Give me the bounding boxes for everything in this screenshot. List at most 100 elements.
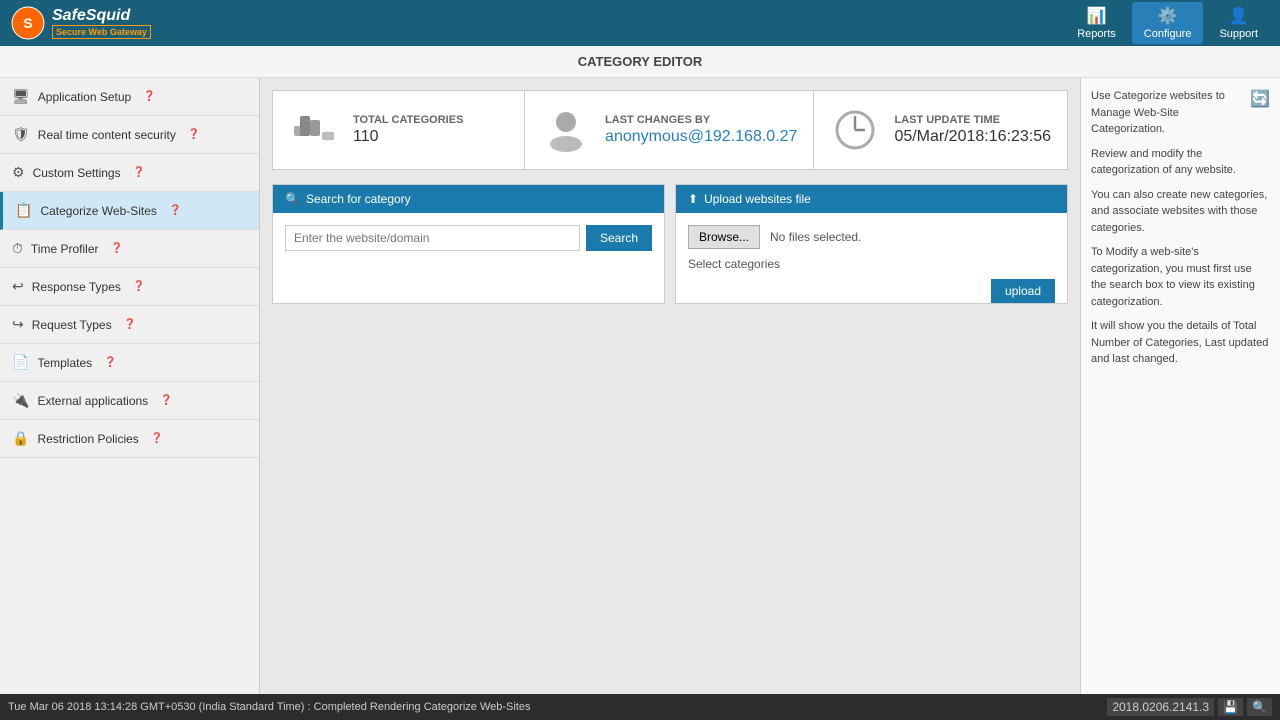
info-text-2: You can also create new categories, and … — [1091, 187, 1270, 237]
support-icon: 👤 — [1229, 6, 1249, 26]
application-setup-icon: 🖥 — [12, 88, 30, 105]
svg-text:S: S — [23, 15, 32, 31]
page-title-bar: CATEGORY EDITOR — [0, 46, 1280, 78]
search-input[interactable] — [285, 225, 580, 251]
sidebar: 🖥 Application Setup ❓ 🛡 Real time conten… — [0, 78, 260, 696]
help-icon-3: ❓ — [169, 205, 181, 216]
search-panel-title: Search for category — [306, 192, 411, 206]
sidebar-item-response-types[interactable]: ↩ Response Types ❓ — [0, 268, 259, 306]
logo-text: SafeSquid Secure Web Gateway — [52, 7, 151, 39]
upload-icon: ⬆ — [688, 192, 698, 206]
sidebar-item-categorize-web-sites[interactable]: 📋 Categorize Web-Sites ❓ — [0, 192, 259, 230]
last-update-label: LAST UPDATE TIME — [894, 114, 1051, 126]
stats-row: TOTAL CATEGORIES 110 LAST CHANGES BY ano… — [272, 90, 1068, 170]
info-text-3: To Modify a web-site's categorization, y… — [1091, 244, 1270, 310]
status-bar-right: 2018.0206.2141.3 💾 🔍 — [1107, 698, 1272, 716]
sidebar-item-external-applications[interactable]: 🔌 External applications ❓ — [0, 382, 259, 420]
search-button[interactable]: Search — [586, 225, 652, 251]
sidebar-item-request-types[interactable]: ↪ Request Types ❓ — [0, 306, 259, 344]
version-badge: 2018.0206.2141.3 — [1107, 698, 1214, 716]
external-apps-icon: 🔌 — [12, 392, 29, 409]
logo-title: SafeSquid — [52, 7, 151, 25]
help-icon-5: ❓ — [133, 281, 145, 292]
restriction-icon: 🔒 — [12, 430, 29, 447]
upload-panel-title: Upload websites file — [704, 192, 811, 206]
help-icon-6: ❓ — [124, 319, 136, 330]
info-text-1: Review and modify the categorization of … — [1091, 146, 1270, 179]
header: S SafeSquid Secure Web Gateway 📊 Reports… — [0, 0, 1280, 46]
stat-info-last-update: LAST UPDATE TIME 05/Mar/2018:16:23:56 — [894, 114, 1051, 146]
info-panel: 🔄 Use Categorize websites to Manage Web-… — [1080, 78, 1280, 696]
refresh-icon[interactable]: 🔄 — [1250, 88, 1270, 112]
categorize-icon: 📋 — [15, 202, 32, 219]
sidebar-item-real-time-content-security[interactable]: 🛡 Real time content security ❓ — [0, 116, 259, 154]
help-icon-2: ❓ — [133, 167, 145, 178]
status-bar: Tue Mar 06 2018 13:14:28 GMT+0530 (India… — [0, 694, 1280, 720]
browse-button[interactable]: Browse... — [688, 225, 760, 249]
stat-last-update-time: LAST UPDATE TIME 05/Mar/2018:16:23:56 — [814, 91, 1067, 169]
reports-icon: 📊 — [1087, 6, 1107, 26]
help-icon-4: ❓ — [111, 243, 123, 254]
sidebar-label-restriction-policies: Restriction Policies — [37, 432, 138, 446]
last-changes-icon — [541, 105, 591, 155]
sidebar-label-real-time: Real time content security — [38, 128, 176, 142]
last-update-icon — [830, 105, 880, 155]
sidebar-item-restriction-policies[interactable]: 🔒 Restriction Policies ❓ — [0, 420, 259, 458]
custom-settings-icon: ⚙ — [12, 164, 25, 181]
nav-configure[interactable]: ⚙️ Configure — [1132, 2, 1204, 44]
upload-panel: ⬆ Upload websites file Browse... No file… — [675, 184, 1068, 304]
stat-info-last-changes: LAST CHANGES BY anonymous@192.168.0.27 — [605, 114, 797, 146]
real-time-icon: 🛡 — [12, 126, 30, 143]
sidebar-label-categorize: Categorize Web-Sites — [40, 204, 157, 218]
save-icon[interactable]: 💾 — [1218, 698, 1243, 716]
nav-support-label: Support — [1219, 28, 1258, 40]
sidebar-item-time-profiler[interactable]: ⏱ Time Profiler ❓ — [0, 230, 259, 268]
nav-support[interactable]: 👤 Support — [1207, 2, 1270, 44]
sidebar-label-time-profiler: Time Profiler — [31, 242, 99, 256]
sidebar-label-custom-settings: Custom Settings — [33, 166, 121, 180]
help-icon-9: ❓ — [151, 433, 163, 444]
upload-panel-header: ⬆ Upload websites file — [676, 185, 1067, 213]
sidebar-item-application-setup[interactable]: 🖥 Application Setup ❓ — [0, 78, 259, 116]
search-icon: 🔍 — [285, 192, 300, 206]
nav-reports[interactable]: 📊 Reports — [1065, 2, 1128, 44]
logo-area: S SafeSquid Secure Web Gateway — [10, 4, 170, 42]
info-text-0: Use Categorize websites to Manage Web-Si… — [1091, 88, 1270, 138]
nav-right: 📊 Reports ⚙️ Configure 👤 Support — [1065, 2, 1270, 44]
last-changes-label: LAST CHANGES BY — [605, 114, 797, 126]
search-row: Search — [285, 225, 652, 251]
info-text-4: It will show you the details of Total Nu… — [1091, 318, 1270, 368]
sidebar-item-custom-settings[interactable]: ⚙ Custom Settings ❓ — [0, 154, 259, 192]
stat-info-total-categories: TOTAL CATEGORIES 110 — [353, 114, 463, 146]
sidebar-label-templates: Templates — [37, 356, 92, 370]
search-status-icon[interactable]: 🔍 — [1247, 698, 1272, 716]
nav-reports-label: Reports — [1077, 28, 1116, 40]
page-title: CATEGORY EDITOR — [578, 54, 702, 69]
search-panel: 🔍 Search for category Search — [272, 184, 665, 304]
upload-row: Browse... No files selected. — [688, 225, 1055, 249]
sidebar-item-templates[interactable]: 📄 Templates ❓ — [0, 344, 259, 382]
search-panel-header: 🔍 Search for category — [273, 185, 664, 213]
total-categories-value: 110 — [353, 128, 463, 146]
stat-total-categories: TOTAL CATEGORIES 110 — [273, 91, 525, 169]
help-icon-7: ❓ — [104, 357, 116, 368]
total-categories-icon — [289, 105, 339, 155]
logo-subtitle: Secure Web Gateway — [52, 25, 151, 39]
logo-icon: S — [10, 5, 46, 41]
last-update-value: 05/Mar/2018:16:23:56 — [894, 128, 1051, 146]
request-types-icon: ↪ — [12, 316, 24, 333]
sidebar-label-response-types: Response Types — [32, 280, 121, 294]
last-changes-value: anonymous@192.168.0.27 — [605, 128, 797, 146]
status-text: Tue Mar 06 2018 13:14:28 GMT+0530 (India… — [8, 701, 530, 713]
upload-button[interactable]: upload — [991, 279, 1055, 303]
sidebar-label-request-types: Request Types — [32, 318, 112, 332]
sidebar-label-external-apps: External applications — [37, 394, 148, 408]
upload-panel-body: Browse... No files selected. Select cate… — [676, 213, 1067, 291]
stat-last-changes-by: LAST CHANGES BY anonymous@192.168.0.27 — [525, 91, 814, 169]
no-file-label: No files selected. — [770, 230, 861, 244]
response-types-icon: ↩ — [12, 278, 24, 295]
time-profiler-icon: ⏱ — [12, 240, 23, 257]
sidebar-label-application-setup: Application Setup — [38, 90, 131, 104]
logo: S SafeSquid Secure Web Gateway — [10, 4, 170, 42]
select-categories-label: Select categories — [688, 257, 1055, 271]
